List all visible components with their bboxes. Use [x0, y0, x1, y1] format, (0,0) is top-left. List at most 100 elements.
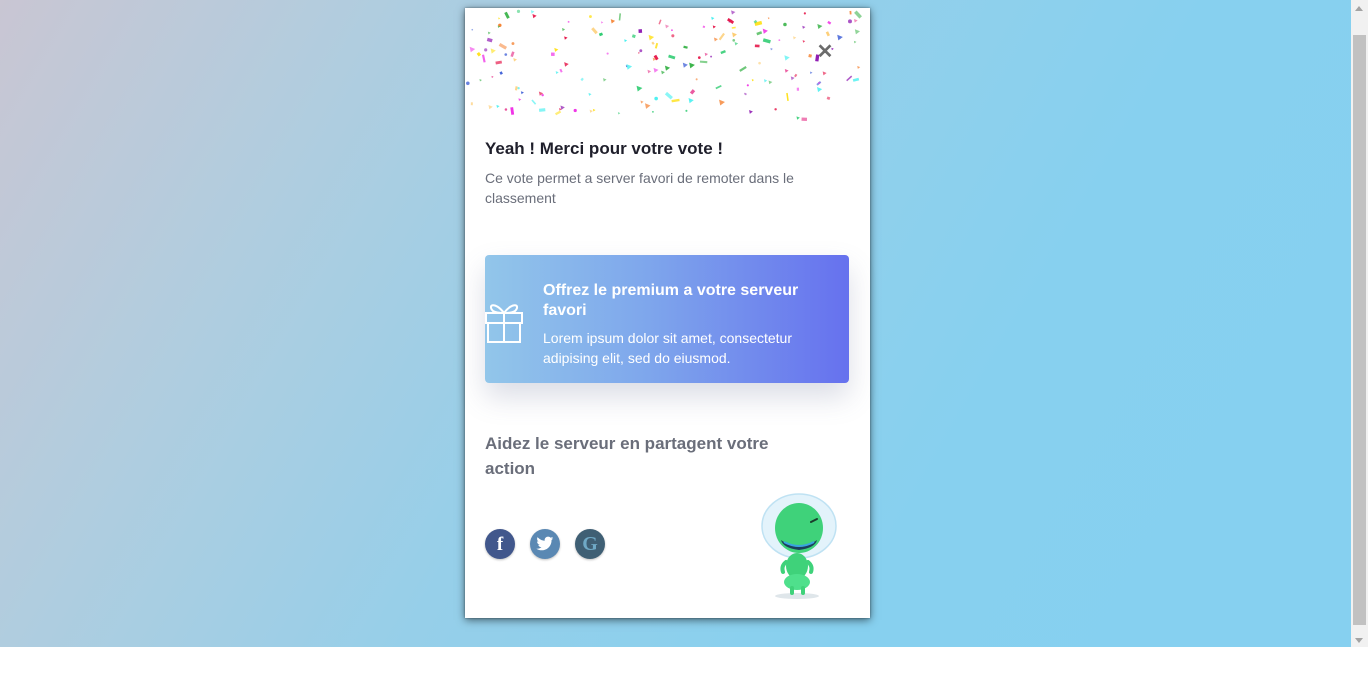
confetti-piece: [639, 49, 643, 53]
confetti-piece: [802, 40, 806, 43]
confetti-piece: [559, 68, 563, 73]
confetti-piece: [790, 76, 795, 81]
confetti-piece: [638, 29, 643, 33]
alien-mascot-illustration: [761, 493, 837, 599]
confetti-piece: [591, 27, 598, 35]
premium-card-text: Lorem ipsum dolor sit amet, consectetur …: [543, 330, 792, 366]
confetti-piece: [598, 32, 604, 37]
confetti-piece: [484, 48, 488, 52]
confetti-piece: [589, 15, 592, 18]
confetti-piece: [495, 60, 503, 65]
confetti-decoration: [466, 9, 862, 122]
confetti-piece: [754, 44, 760, 48]
confetti-piece: [683, 45, 688, 49]
confetti-piece: [551, 52, 555, 56]
confetti-piece: [471, 28, 474, 31]
confetti-piece: [837, 34, 843, 41]
confetti-piece: [713, 37, 718, 42]
confetti-piece: [618, 13, 622, 21]
confetti-piece: [695, 78, 698, 81]
confetti-piece: [746, 84, 749, 87]
confetti-piece: [470, 102, 473, 106]
confetti-piece: [664, 91, 673, 100]
confetti-piece: [671, 98, 680, 103]
confetti-piece: [541, 93, 544, 97]
confetti-piece: [857, 65, 861, 69]
confetti-piece: [710, 55, 713, 58]
facebook-share-button[interactable]: f: [485, 529, 515, 559]
confetti-piece: [606, 52, 609, 55]
confetti-piece: [743, 92, 747, 96]
confetti-piece: [487, 31, 491, 35]
confetti-piece: [803, 12, 806, 15]
confetti-piece: [731, 10, 736, 15]
confetti-piece: [589, 109, 593, 113]
confetti-piece: [763, 79, 768, 83]
confetti-piece: [768, 80, 773, 85]
confetti-piece: [762, 28, 768, 34]
scroll-up-arrow-icon[interactable]: [1355, 6, 1363, 11]
confetti-piece: [481, 54, 486, 63]
confetti-piece: [466, 81, 470, 86]
premium-offer-card[interactable]: Offrez le premium a votre serveur favori…: [485, 255, 849, 383]
confetti-piece: [476, 52, 482, 57]
confetti-piece: [564, 62, 569, 67]
confetti-piece: [685, 109, 688, 112]
confetti-piece: [727, 18, 735, 24]
confetti-piece: [555, 110, 562, 116]
confetti-piece: [531, 99, 537, 105]
confetti-piece: [739, 65, 747, 72]
scroll-down-arrow-icon[interactable]: [1355, 638, 1363, 643]
confetti-piece: [826, 96, 831, 100]
confetti-piece: [554, 47, 559, 52]
confetti-piece: [732, 38, 736, 42]
confetti-piece: [849, 10, 852, 15]
page-scrollbar[interactable]: [1351, 0, 1368, 647]
confetti-piece: [786, 92, 789, 101]
confetti-piece: [671, 29, 673, 32]
confetti-piece: [640, 100, 644, 104]
confetti-piece: [499, 71, 503, 75]
confetti-piece: [658, 19, 662, 25]
confetti-piece: [699, 60, 708, 64]
confetti-piece: [784, 68, 789, 73]
confetti-piece: [648, 34, 655, 41]
confetti-piece: [808, 54, 812, 58]
confetti-piece: [469, 46, 476, 53]
confetti-piece: [751, 79, 755, 82]
confetti-piece: [809, 71, 813, 75]
confetti-piece: [704, 52, 709, 57]
modal-subtitle: Ce vote permet a server favori de remote…: [485, 170, 794, 206]
confetti-piece: [653, 67, 659, 73]
confetti-piece: [530, 10, 535, 14]
share-heading: Aidez le serveur en partagent votre acti…: [485, 434, 769, 478]
confetti-piece: [783, 22, 787, 27]
twitter-share-button[interactable]: [530, 529, 560, 559]
confetti-piece: [719, 99, 725, 106]
confetti-piece: [784, 55, 790, 61]
confetti-piece: [562, 27, 566, 32]
confetti-piece: [486, 37, 493, 43]
confetti-piece: [731, 26, 736, 29]
confetti-piece: [802, 25, 806, 29]
close-button[interactable]: ✕: [813, 40, 837, 64]
confetti-piece: [538, 108, 546, 112]
confetti-piece: [490, 48, 496, 54]
confetti-piece: [762, 38, 771, 44]
confetti-piece: [661, 70, 665, 75]
confetti-piece: [801, 117, 808, 122]
confetti-piece: [580, 77, 584, 82]
confetti-piece: [654, 96, 658, 101]
confetti-piece: [513, 57, 517, 62]
confetti-piece: [631, 34, 636, 39]
confetti-piece: [664, 65, 671, 71]
premium-card-title: Offrez le premium a votre serveur favori: [543, 282, 799, 319]
confetti-piece: [516, 9, 521, 13]
confetti-piece: [555, 71, 559, 75]
confetti-piece: [848, 19, 852, 24]
confetti-piece: [496, 104, 500, 109]
scrollbar-thumb[interactable]: [1353, 35, 1366, 625]
confetti-piece: [504, 53, 508, 56]
google-share-button[interactable]: G: [575, 529, 605, 559]
confetti-piece: [518, 98, 522, 102]
